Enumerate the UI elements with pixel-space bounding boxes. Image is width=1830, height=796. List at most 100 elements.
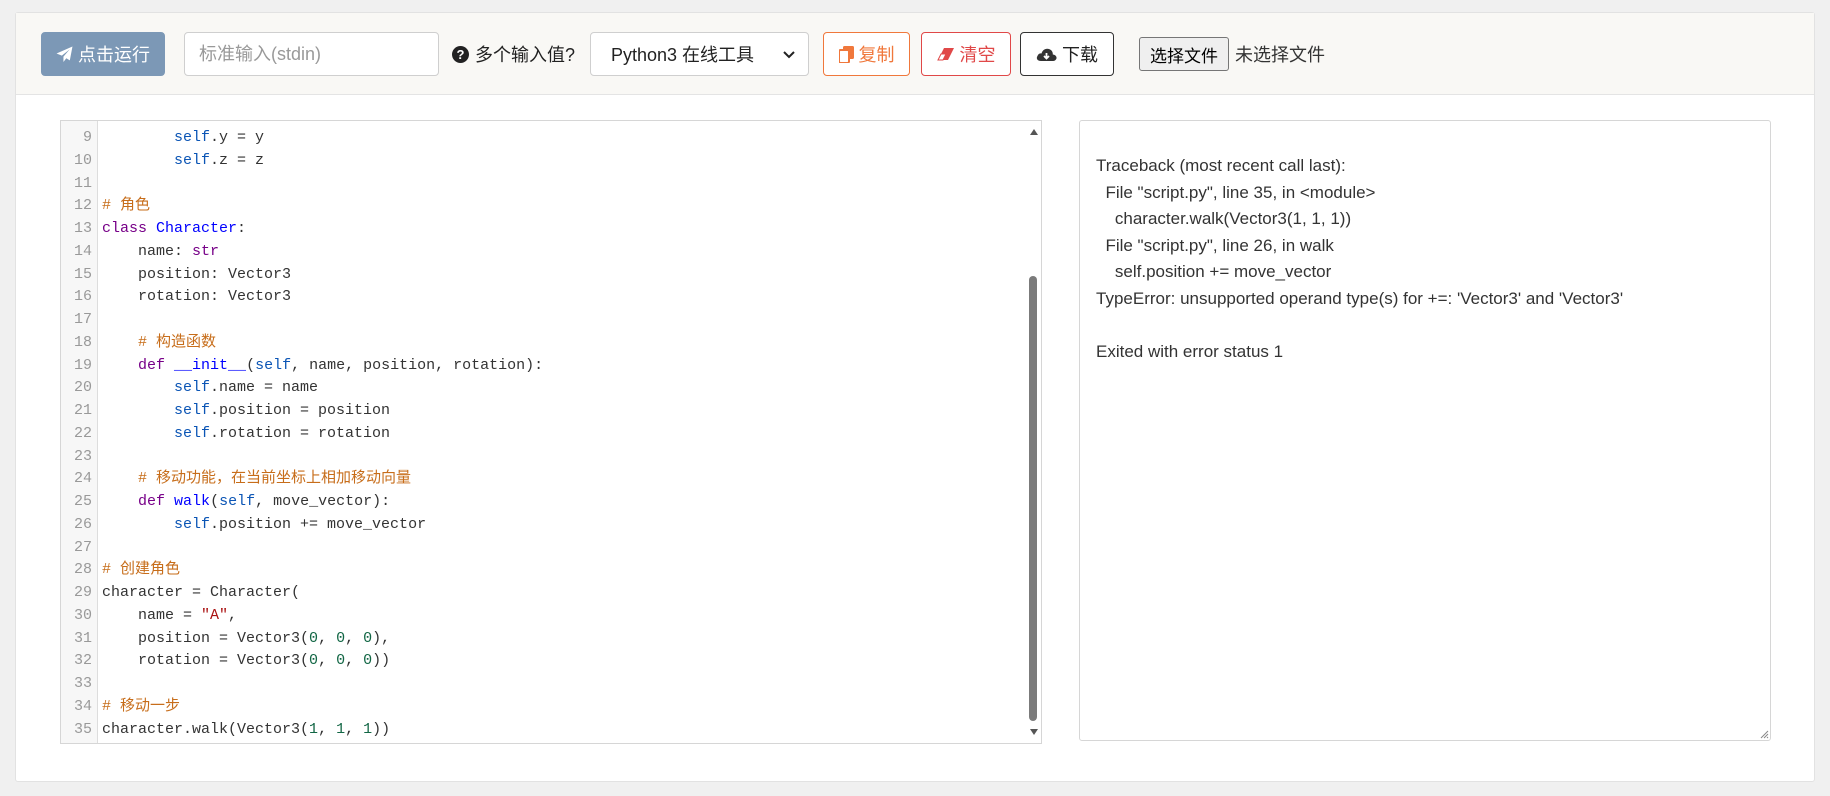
code-token: , bbox=[318, 652, 337, 670]
line-number: 22 bbox=[73, 424, 92, 442]
output-panel[interactable]: Traceback (most recent call last): File … bbox=[1079, 120, 1771, 741]
code-line[interactable]: 31 position = Vector3(0, 0, 0), bbox=[61, 628, 1029, 651]
code-token: , bbox=[345, 720, 364, 738]
scroll-down-arrow-icon[interactable] bbox=[1027, 725, 1041, 739]
main-panel: 点击运行 ? 多个输入值? Python3 在线工具 复制 清空 bbox=[15, 12, 1815, 782]
code-token: ( bbox=[210, 493, 220, 510]
code-token: , bbox=[345, 652, 364, 670]
output-text: Traceback (most recent call last): File … bbox=[1096, 156, 1624, 361]
run-button-label: 点击运行 bbox=[78, 45, 150, 65]
code-text: # 创建角色 bbox=[102, 559, 180, 582]
code-text: self.position += move_vector bbox=[102, 514, 426, 537]
code-token: # 角色 bbox=[102, 197, 151, 215]
editor-scrollbar[interactable] bbox=[1027, 121, 1041, 743]
code-line[interactable]: 19 def __init__(self, name, position, ro… bbox=[61, 355, 1029, 378]
scrollbar-thumb[interactable] bbox=[1029, 276, 1037, 721]
code-token: 0 bbox=[336, 652, 346, 670]
code-line[interactable]: 18 # 构造函数 bbox=[61, 332, 1029, 355]
code-line[interactable]: 21 self.position = position bbox=[61, 400, 1029, 423]
code-token: position = Vector3( bbox=[102, 629, 310, 647]
code-token: .position = position bbox=[210, 402, 391, 419]
clear-button[interactable]: 清空 bbox=[921, 32, 1011, 76]
code-line[interactable]: 17 bbox=[61, 309, 1029, 332]
code-text: rotation = Vector3(0, 0, 0)) bbox=[102, 650, 390, 673]
code-token: , bbox=[345, 629, 364, 647]
code-line[interactable]: 27 bbox=[61, 537, 1029, 560]
code-line[interactable]: 35 character.walk(Vector3(1, 1, 1)) bbox=[61, 719, 1029, 742]
code-line[interactable]: 30 name = "A", bbox=[61, 605, 1029, 628]
code-token: def bbox=[138, 356, 166, 374]
code-token: 0 bbox=[309, 629, 319, 647]
copy-button[interactable]: 复制 bbox=[823, 32, 910, 76]
code-line[interactable]: 24 # 移动功能，在当前坐标上相加移动向量 bbox=[61, 468, 1029, 491]
code-editor[interactable]: 9 self.y = y 10 self.z = z 11 12 # 角色 13 class… bbox=[60, 120, 1042, 744]
choose-file-button[interactable]: 选择文件 bbox=[1139, 37, 1229, 71]
stdin-input[interactable] bbox=[184, 32, 439, 76]
download-button-label: 下载 bbox=[1062, 45, 1098, 65]
code-line[interactable]: 23 bbox=[61, 446, 1029, 469]
code-token: def bbox=[138, 493, 166, 510]
code-token: "A" bbox=[201, 606, 229, 624]
code-token: 0 bbox=[336, 629, 346, 647]
code-line[interactable]: 33 bbox=[61, 673, 1029, 696]
code-line[interactable]: 25 def walk(self, move_vector): bbox=[61, 491, 1029, 514]
line-number: 13 bbox=[73, 220, 92, 237]
line-number: 15 bbox=[73, 265, 92, 283]
question-circle-icon: ? bbox=[452, 45, 469, 63]
code-token: 1 bbox=[363, 720, 373, 738]
line-number: 21 bbox=[73, 402, 92, 419]
line-number: 26 bbox=[73, 515, 92, 533]
multi-input-help[interactable]: ? 多个输入值? bbox=[452, 32, 575, 76]
code-line[interactable]: 15 position: Vector3 bbox=[61, 264, 1029, 287]
code-line[interactable]: 26 self.position += move_vector bbox=[61, 514, 1029, 537]
line-number: 10 bbox=[73, 151, 92, 169]
code-line[interactable]: 13 class Character: bbox=[61, 218, 1029, 241]
code-token: self bbox=[174, 379, 211, 397]
code-line[interactable]: 28 # 创建角色 bbox=[61, 559, 1029, 582]
code-token: self bbox=[174, 151, 211, 169]
code-line[interactable]: 29 character = Character( bbox=[61, 582, 1029, 605]
code-line[interactable]: 12 # 角色 bbox=[61, 195, 1029, 218]
code-line[interactable]: 20 self.name = name bbox=[61, 377, 1029, 400]
code-text: # 移动一步 bbox=[102, 696, 180, 719]
code-line[interactable]: 32 rotation = Vector3(0, 0, 0)) bbox=[61, 650, 1029, 673]
code-line[interactable]: 9 self.y = y bbox=[61, 127, 1029, 150]
line-number: 14 bbox=[73, 242, 92, 260]
code-line[interactable]: 14 name: str bbox=[61, 241, 1029, 264]
code-token: .y = y bbox=[210, 129, 265, 146]
code-line[interactable]: 10 self.z = z bbox=[61, 150, 1029, 173]
toolbar: 点击运行 ? 多个输入值? Python3 在线工具 复制 清空 bbox=[16, 13, 1814, 95]
code-text: name: str bbox=[102, 241, 219, 264]
line-number: 33 bbox=[73, 675, 92, 692]
code-text: self.rotation = rotation bbox=[102, 423, 390, 446]
code-line[interactable]: 11 bbox=[61, 173, 1029, 196]
code-token: .name = name bbox=[210, 379, 319, 397]
scroll-up-arrow-icon[interactable] bbox=[1027, 125, 1041, 139]
language-select[interactable]: Python3 在线工具 bbox=[590, 32, 809, 76]
code-token: name = bbox=[102, 606, 202, 624]
line-number: 28 bbox=[73, 561, 92, 579]
code-line[interactable]: 22 self.rotation = rotation bbox=[61, 423, 1029, 446]
code-token: ( bbox=[246, 356, 256, 374]
line-number: 17 bbox=[73, 311, 92, 328]
code-token: )) bbox=[372, 720, 391, 738]
code-line[interactable]: 34 # 移动一步 bbox=[61, 696, 1029, 719]
code-token: : bbox=[237, 220, 247, 237]
code-token: # 创建角色 bbox=[102, 561, 181, 579]
line-number: 31 bbox=[73, 629, 92, 647]
line-number: 34 bbox=[73, 697, 92, 715]
resize-grip-icon[interactable] bbox=[1759, 729, 1769, 739]
code-line[interactable]: 16 rotation: Vector3 bbox=[61, 286, 1029, 309]
code-token: name: bbox=[102, 242, 193, 260]
run-button[interactable]: 点击运行 bbox=[41, 32, 165, 76]
line-number: 11 bbox=[73, 174, 92, 192]
download-button[interactable]: 下载 bbox=[1020, 32, 1114, 76]
